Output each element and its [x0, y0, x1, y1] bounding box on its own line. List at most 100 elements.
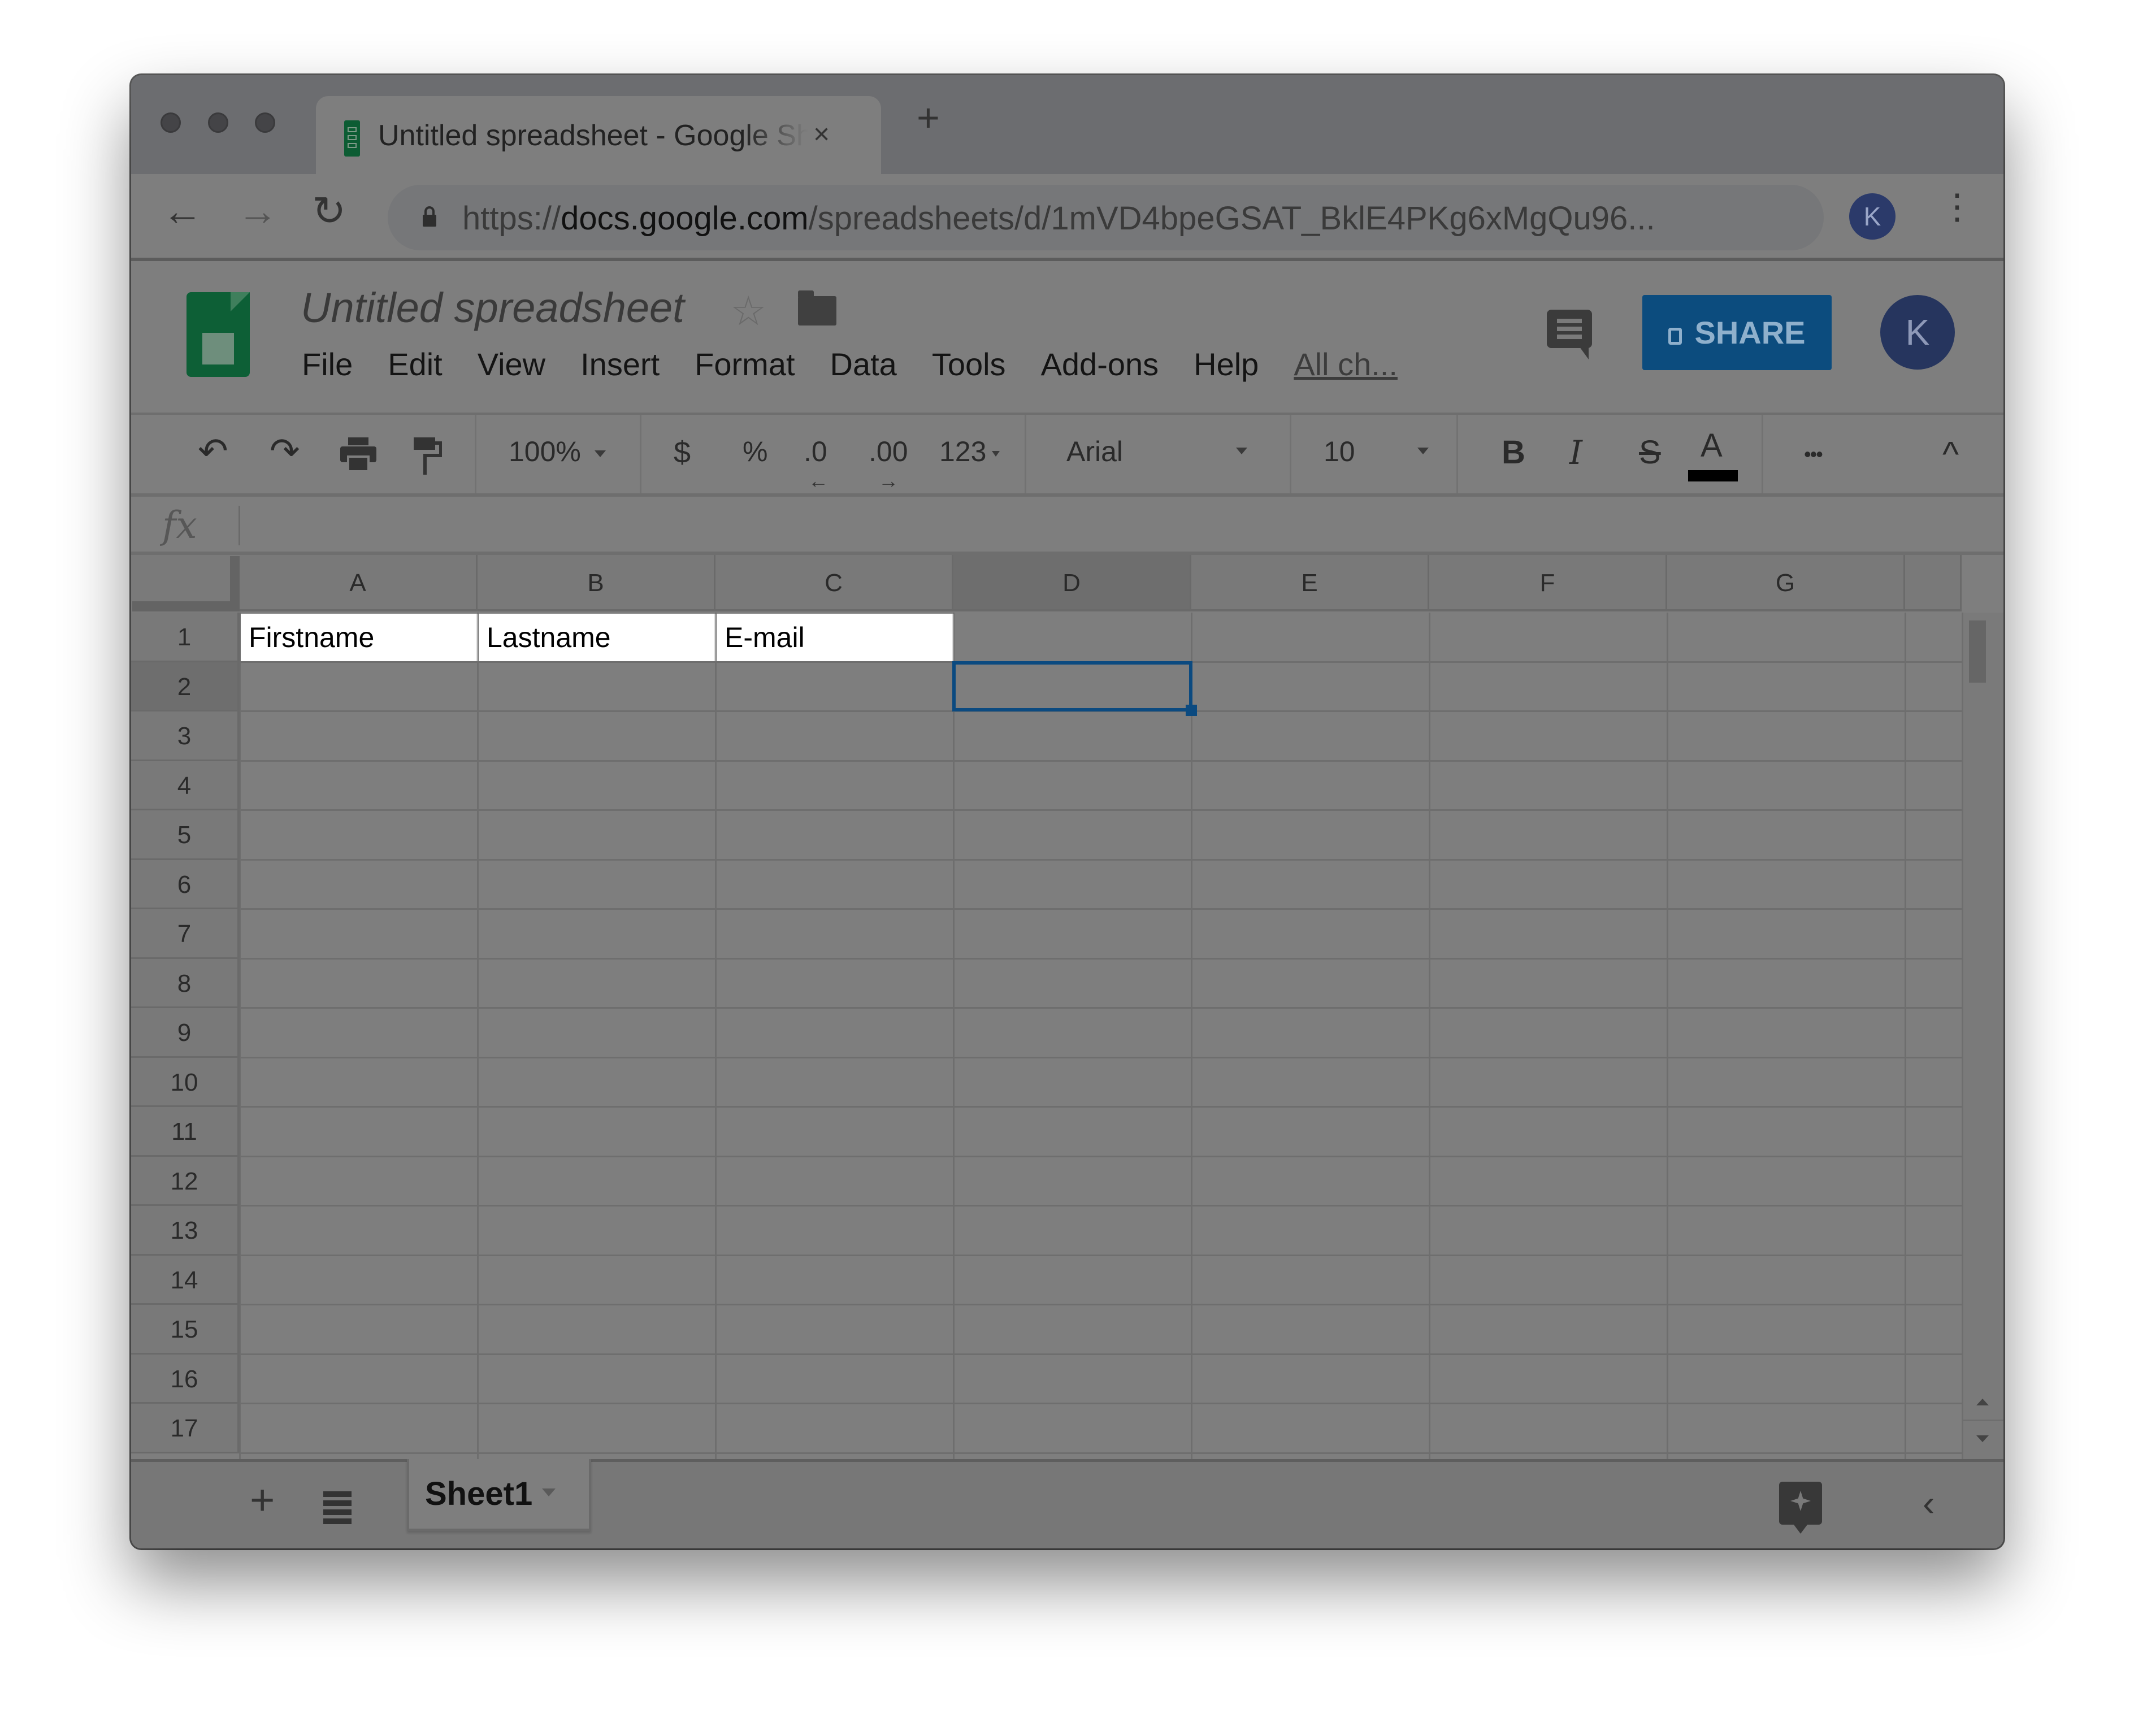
grid-hline: [240, 1205, 1962, 1206]
column-header-e[interactable]: E: [1191, 555, 1429, 611]
back-icon[interactable]: ←: [162, 191, 203, 232]
row-header-9[interactable]: 9: [131, 1008, 240, 1058]
more-icon[interactable]: •••: [1804, 444, 1823, 465]
row-header-1[interactable]: 1: [131, 613, 240, 662]
folder-icon[interactable]: [798, 290, 836, 326]
row-header-2[interactable]: 2: [131, 662, 240, 711]
undo-icon[interactable]: ↶: [198, 433, 228, 469]
window-minimize-button[interactable]: [208, 112, 228, 133]
explore-button[interactable]: [1779, 1482, 1822, 1534]
row-header-10[interactable]: 10: [131, 1057, 240, 1107]
cell-c1[interactable]: E-mail: [717, 614, 953, 661]
menu-view[interactable]: View: [478, 346, 545, 383]
comments-icon[interactable]: [1547, 310, 1592, 359]
url-text[interactable]: https://docs.google.com/spreadsheets/d/1…: [462, 199, 1655, 237]
italic-button[interactable]: I: [1569, 436, 1582, 469]
freeze-handle[interactable]: [132, 556, 240, 611]
menu-edit[interactable]: Edit: [388, 346, 443, 383]
row-header-15[interactable]: 15: [131, 1305, 240, 1355]
row-header-13[interactable]: 13: [131, 1206, 240, 1256]
browser-menu-icon[interactable]: ⋮: [1940, 190, 1975, 225]
menu-help[interactable]: Help: [1194, 346, 1259, 383]
menu-insert[interactable]: Insert: [580, 346, 660, 383]
format-percent-button[interactable]: %: [743, 437, 767, 466]
vertical-scrollbar-thumb[interactable]: [1969, 620, 1986, 683]
account-avatar[interactable]: K: [1880, 295, 1955, 370]
column-header-d[interactable]: D: [953, 555, 1191, 611]
row-header-14[interactable]: 14: [131, 1255, 240, 1305]
column-header-f[interactable]: F: [1429, 555, 1667, 611]
grid-vline: [1191, 613, 1192, 1505]
more-formats-select[interactable]: 123: [939, 437, 1000, 466]
cell-b1[interactable]: Lastname: [479, 614, 715, 661]
format-currency-button[interactable]: $: [674, 437, 691, 468]
scroll-up-arrow-icon[interactable]: [1976, 1399, 1989, 1405]
row-header-8[interactable]: 8: [131, 958, 240, 1008]
profile-avatar[interactable]: K: [1849, 193, 1896, 240]
url-scheme: https://: [462, 200, 561, 237]
sheet-tab[interactable]: Sheet1: [407, 1459, 591, 1531]
menu-data[interactable]: Data: [830, 346, 897, 383]
tab-close-icon[interactable]: ×: [813, 118, 830, 150]
row-header-7[interactable]: 7: [131, 909, 240, 959]
menu-format[interactable]: Format: [695, 346, 795, 383]
chevron-down-icon[interactable]: [542, 1488, 556, 1496]
window-zoom-button[interactable]: [255, 112, 275, 133]
all-changes-link[interactable]: All ch...: [1294, 346, 1398, 383]
reload-icon[interactable]: ↻: [312, 191, 346, 232]
row-header-12[interactable]: 12: [131, 1156, 240, 1206]
font-select[interactable]: Arial: [1066, 437, 1281, 466]
grid-hline: [240, 1452, 1962, 1454]
sheets-logo-icon[interactable]: [186, 292, 250, 377]
row-header-5[interactable]: 5: [131, 810, 240, 860]
paint-format-icon[interactable]: [414, 437, 442, 475]
row-header-16[interactable]: 16: [131, 1354, 240, 1404]
add-sheet-button[interactable]: +: [250, 1479, 275, 1522]
strikethrough-button[interactable]: S: [1639, 436, 1661, 469]
address-bar[interactable]: https://docs.google.com/spreadsheets/d/1…: [388, 185, 1824, 250]
app-header: Untitled spreadsheet ☆ File Edit View Inser…: [131, 261, 2003, 415]
window-close-button[interactable]: [161, 112, 181, 133]
side-panel-toggle-icon[interactable]: ‹: [1923, 1482, 1935, 1524]
select-all-corner[interactable]: [131, 555, 240, 613]
zoom-select[interactable]: 100%: [509, 437, 606, 466]
column-header-b[interactable]: B: [478, 555, 715, 611]
fill-handle[interactable]: [1186, 705, 1197, 716]
cell-a1[interactable]: Firstname: [241, 614, 478, 661]
all-sheets-list-icon[interactable]: [323, 1491, 352, 1527]
redo-icon[interactable]: ↷: [270, 433, 300, 469]
font-size-select[interactable]: 10: [1324, 437, 1454, 466]
menu-addons[interactable]: Add-ons: [1041, 346, 1159, 383]
row-header-17[interactable]: 17: [131, 1404, 240, 1453]
share-label: SHARE: [1694, 315, 1806, 350]
increase-decimal-button[interactable]: .00: [869, 437, 908, 466]
grid-vline: [1905, 613, 1906, 1505]
formula-input[interactable]: [244, 502, 1968, 548]
menu-tools[interactable]: Tools: [932, 346, 1006, 383]
collapse-toolbar-icon[interactable]: ^: [1942, 437, 1959, 472]
row-header-3[interactable]: 3: [131, 711, 240, 761]
chevron-down-icon: [594, 450, 606, 457]
share-button[interactable]: SHARE: [1642, 295, 1832, 370]
scroll-down-arrow-icon[interactable]: [1976, 1435, 1989, 1442]
column-header-a[interactable]: A: [240, 555, 478, 611]
chevron-down-icon: [1236, 448, 1247, 454]
row-header-4[interactable]: 4: [131, 761, 240, 810]
document-title[interactable]: Untitled spreadsheet: [301, 284, 684, 332]
new-tab-button[interactable]: +: [917, 98, 940, 137]
selected-cell-d2[interactable]: [952, 661, 1192, 711]
print-icon[interactable]: [340, 437, 376, 471]
star-icon[interactable]: ☆: [730, 287, 767, 335]
bold-button[interactable]: B: [1502, 436, 1525, 469]
column-header-c[interactable]: C: [715, 555, 953, 611]
forward-icon[interactable]: →: [237, 191, 278, 232]
menu-file[interactable]: File: [302, 346, 353, 383]
decrease-decimal-button[interactable]: .0: [804, 437, 827, 466]
vertical-scrollbar[interactable]: [1962, 613, 2003, 1472]
browser-tab[interactable]: Untitled spreadsheet - Google Sheets ×: [316, 96, 881, 175]
text-color-button[interactable]: A: [1701, 429, 1723, 462]
column-header-g[interactable]: G: [1667, 555, 1905, 611]
spreadsheet-grid: A B C D E F G 1 2 3 4 5 6 7 8 9 10 11 12 13 14 15 16 17 Firstnam…: [131, 555, 2003, 1533]
row-header-11[interactable]: 11: [131, 1107, 240, 1157]
row-header-6[interactable]: 6: [131, 860, 240, 909]
